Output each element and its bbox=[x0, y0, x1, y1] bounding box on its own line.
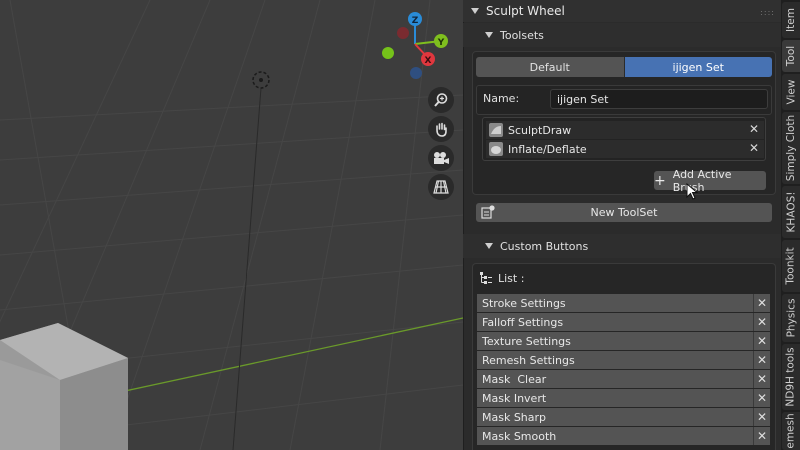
toolsets-header[interactable]: Toolsets bbox=[463, 23, 781, 47]
new-toolset-button[interactable]: New ToolSet bbox=[476, 203, 772, 222]
remove-item-button[interactable]: ✕ bbox=[753, 370, 770, 388]
list-item-mask-clear[interactable]: Mask Clear bbox=[477, 370, 753, 388]
tab-simply-cloth[interactable]: Simply Cloth bbox=[782, 112, 800, 184]
brush-icon bbox=[489, 123, 503, 137]
gizmo-y-label: Y bbox=[437, 38, 445, 48]
tab-khaos[interactable]: KHAOS! bbox=[782, 186, 800, 238]
list-item-mask-smooth[interactable]: Mask Smooth bbox=[477, 427, 753, 445]
remove-item-button[interactable]: ✕ bbox=[753, 313, 770, 331]
brush-item-sculptdraw[interactable]: SculptDraw ✕ bbox=[486, 121, 764, 139]
cursor-icon bbox=[686, 183, 698, 200]
brush-name: Inflate/Deflate bbox=[508, 142, 587, 156]
tab-physics[interactable]: Physics bbox=[782, 294, 800, 342]
drag-grip-icon[interactable]: :::: bbox=[760, 8, 775, 17]
gizmo-z-label: Z bbox=[412, 16, 419, 26]
remove-item-button[interactable]: ✕ bbox=[753, 427, 770, 445]
toolset-tab-ijigen[interactable]: ijigen Set bbox=[624, 57, 772, 77]
plus-icon: + bbox=[654, 172, 666, 189]
gizmo-x-label: X bbox=[425, 56, 432, 66]
list-item-texture-settings[interactable]: Texture Settings bbox=[477, 332, 753, 350]
grid-icon bbox=[433, 180, 449, 194]
add-active-brush-button[interactable]: + Add Active Brush bbox=[654, 168, 766, 194]
remove-item-button[interactable]: ✕ bbox=[753, 389, 770, 407]
ortho-toggle-button[interactable] bbox=[428, 174, 454, 200]
collapse-triangle-icon bbox=[471, 8, 479, 14]
toolset-selector: Default ijigen Set bbox=[476, 57, 772, 77]
tab-view[interactable]: View bbox=[782, 74, 800, 110]
sidebar-tabs: Item Tool View Simply Cloth KHAOS! Toonk… bbox=[781, 0, 800, 450]
new-toolset-label: New ToolSet bbox=[590, 206, 658, 219]
list-icon bbox=[480, 272, 492, 284]
camera-view-button[interactable] bbox=[428, 145, 454, 171]
remove-item-button[interactable]: ✕ bbox=[753, 294, 770, 312]
tab-toonkit[interactable]: Toonkit bbox=[782, 240, 800, 292]
toolsets-title: Toolsets bbox=[500, 28, 544, 42]
list-item-remesh-settings[interactable]: Remesh Settings bbox=[477, 351, 753, 369]
list-item-mask-invert[interactable]: Mask Invert bbox=[477, 389, 753, 407]
list-item-stroke-settings[interactable]: Stroke Settings bbox=[477, 294, 753, 312]
custom-buttons-header[interactable]: Custom Buttons bbox=[463, 234, 781, 258]
brush-item-inflate[interactable]: Inflate/Deflate ✕ bbox=[486, 140, 764, 158]
list-label: List : bbox=[498, 272, 525, 285]
3d-viewport[interactable]: Z Y X bbox=[0, 0, 463, 450]
custom-buttons-title: Custom Buttons bbox=[500, 239, 589, 253]
zoom-icon bbox=[434, 93, 448, 107]
toolset-tab-default[interactable]: Default bbox=[476, 57, 625, 77]
sculpt-wheel-header[interactable]: Sculpt Wheel :::: bbox=[463, 0, 781, 22]
zoom-button[interactable] bbox=[428, 87, 454, 113]
tab-item[interactable]: Item bbox=[782, 2, 800, 38]
remove-brush-button[interactable]: ✕ bbox=[749, 141, 759, 155]
list-item-falloff-settings[interactable]: Falloff Settings bbox=[477, 313, 753, 331]
name-label: Name: bbox=[483, 92, 520, 105]
remove-item-button[interactable]: ✕ bbox=[753, 351, 770, 369]
tab-remesh[interactable]: emesh bbox=[782, 412, 800, 450]
tab-tool[interactable]: Tool bbox=[782, 40, 800, 72]
list-item-mask-sharp[interactable]: Mask Sharp bbox=[477, 408, 753, 426]
axis-gizmo[interactable]: Z Y X bbox=[378, 8, 448, 86]
tab-nd9h-tools[interactable]: ND9H tools bbox=[782, 344, 800, 410]
hand-icon bbox=[436, 122, 447, 137]
pan-button[interactable] bbox=[428, 116, 454, 142]
panel-title: Sculpt Wheel bbox=[486, 4, 565, 18]
remove-item-button[interactable]: ✕ bbox=[753, 408, 770, 426]
toolset-name-input[interactable] bbox=[550, 89, 768, 109]
brush-name: SculptDraw bbox=[508, 123, 572, 137]
camera-icon bbox=[434, 152, 449, 164]
remove-brush-button[interactable]: ✕ bbox=[749, 122, 759, 136]
collapse-triangle-icon bbox=[485, 32, 493, 38]
new-toolset-icon bbox=[481, 205, 495, 219]
collapse-triangle-icon bbox=[485, 243, 493, 249]
remove-item-button[interactable]: ✕ bbox=[753, 332, 770, 350]
brush-icon bbox=[489, 142, 503, 156]
